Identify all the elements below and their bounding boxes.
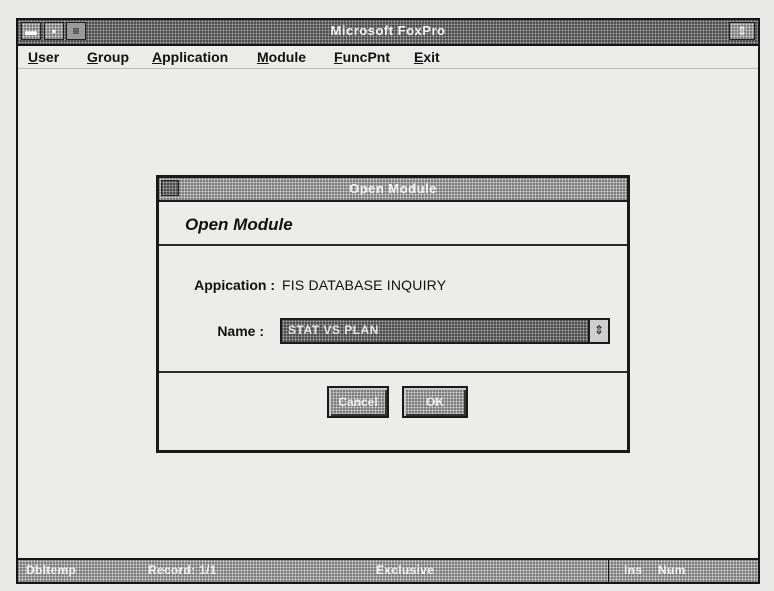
- menu-user-accel: U: [28, 49, 39, 65]
- heading-divider: [159, 244, 627, 246]
- ok-button[interactable]: OK: [402, 386, 468, 418]
- menu-exit[interactable]: Exit: [414, 49, 440, 65]
- menu-application-accel: A: [152, 49, 163, 65]
- dialog-heading: Open Module: [185, 215, 293, 234]
- status-table: Dbltemp: [26, 563, 77, 577]
- window-title: Microsoft FoxPro: [330, 23, 446, 38]
- menu-module-text: odule: [268, 49, 307, 65]
- menu-funcpnt-text: uncPnt: [342, 49, 391, 65]
- menu-user[interactable]: User: [28, 49, 59, 65]
- dropdown-arrow-icon[interactable]: ⇕: [588, 320, 608, 342]
- name-label: Name :: [217, 323, 264, 339]
- menu-funcpnt[interactable]: FuncPnt: [334, 49, 390, 65]
- status-divider: [608, 560, 609, 582]
- menu-funcpnt-accel: F: [334, 49, 343, 65]
- menu-module[interactable]: Module: [257, 49, 306, 65]
- dialog-title: Open Module: [349, 181, 437, 196]
- status-ins: Ins: [624, 563, 643, 577]
- status-bar: Dbltemp Record: 1/1 Exclusive Ins Num: [18, 558, 758, 582]
- name-select[interactable]: STAT VS PLAN ⇕: [280, 318, 610, 344]
- status-num: Num: [658, 563, 686, 577]
- menu-user-text: ser: [38, 49, 60, 65]
- restore-icon[interactable]: ⇕: [729, 22, 755, 40]
- status-record: Record: 1/1: [148, 563, 217, 577]
- menu-application-text: pplication: [162, 49, 229, 65]
- cancel-button[interactable]: Cancel: [327, 386, 389, 418]
- dialog-title-bar[interactable]: Open Module: [159, 178, 627, 202]
- menu-application[interactable]: Application: [152, 49, 228, 65]
- application-label: Appication :: [194, 277, 275, 293]
- open-module-dialog: Open Module Open Module Appication : FIS…: [156, 175, 630, 453]
- name-select-value: STAT VS PLAN: [288, 323, 379, 337]
- menu-group[interactable]: Group: [87, 49, 129, 65]
- menu-exit-text: xit: [423, 49, 440, 65]
- button-divider: [159, 371, 627, 373]
- title-bar[interactable]: ▬ ▪ ≡ Microsoft FoxPro ⇕: [18, 20, 758, 46]
- menu-bar: User Group Application Module FuncPnt Ex…: [18, 46, 758, 69]
- menu-exit-accel: E: [414, 49, 424, 65]
- menu-group-accel: G: [87, 49, 98, 65]
- menu-module-accel: M: [257, 49, 269, 65]
- status-mode: Exclusive: [376, 563, 435, 577]
- menu-group-text: roup: [97, 49, 129, 65]
- application-value: FIS DATABASE INQUIRY: [282, 277, 447, 293]
